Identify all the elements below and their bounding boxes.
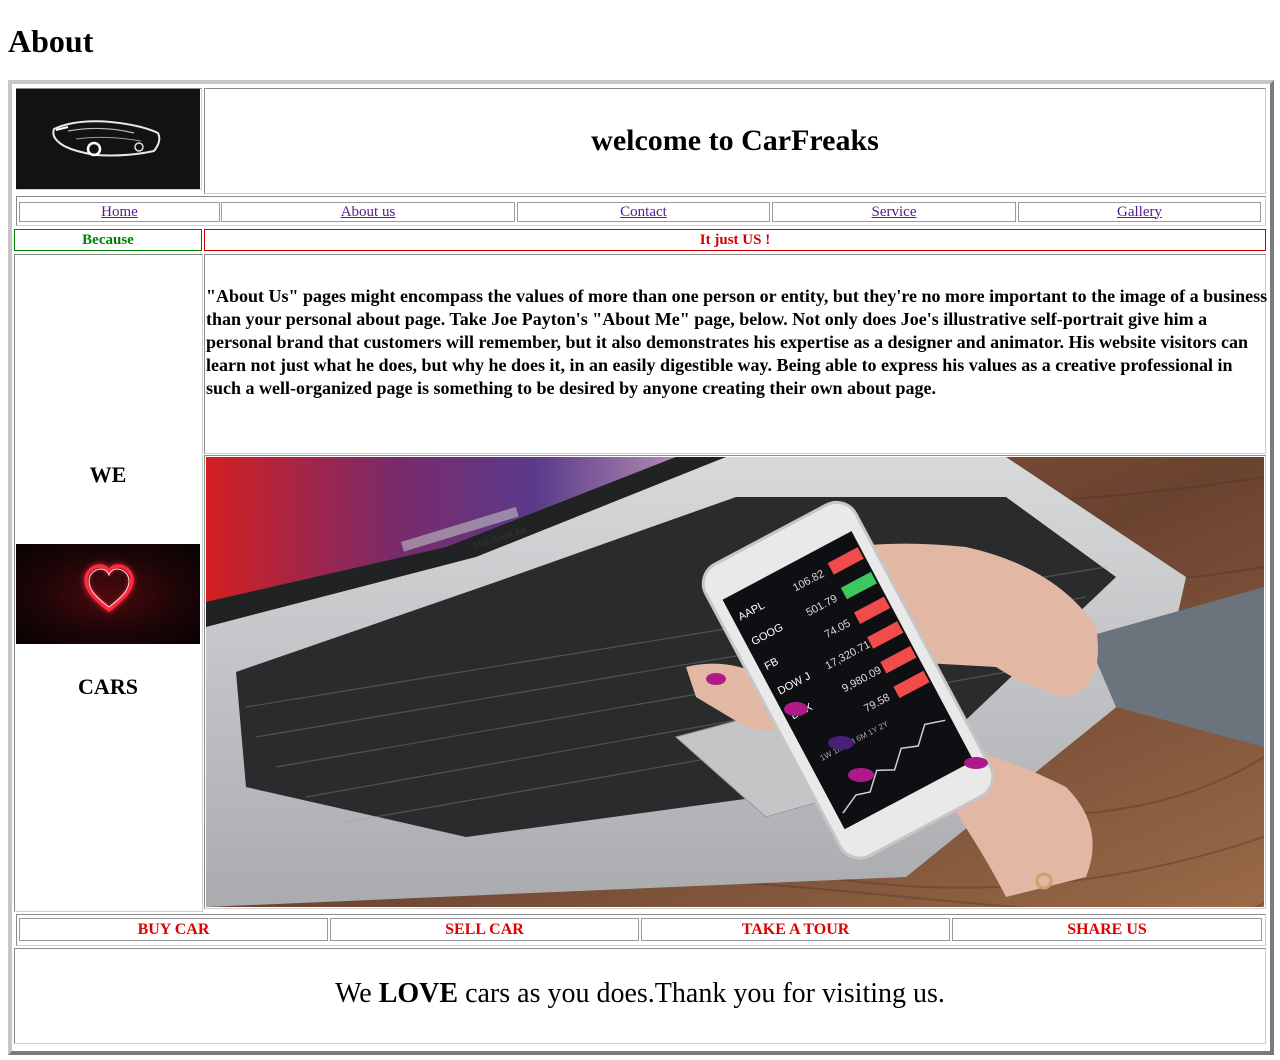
page-title: About — [8, 23, 94, 59]
sidebar-word-we: WE — [89, 462, 127, 487]
nav-link-gallery[interactable]: Gallery — [1117, 204, 1162, 221]
nav-item-home[interactable]: Home — [19, 202, 220, 222]
nav-link-service[interactable]: Service — [872, 204, 917, 221]
nav-item-about-us[interactable]: About us — [221, 202, 515, 222]
nav-link-about-us[interactable]: About us — [341, 204, 396, 221]
take-a-tour-button[interactable]: TAKE A TOUR — [641, 918, 950, 941]
neon-heart-icon — [16, 544, 200, 644]
car-logo-icon — [16, 89, 200, 189]
nav-link-contact[interactable]: Contact — [620, 204, 667, 221]
footer-text-bold: LOVE — [378, 978, 459, 1009]
about-paragraph: "About Us" pages might encompass the val… — [206, 286, 1268, 398]
welcome-heading: welcome to CarFreaks — [591, 124, 879, 157]
sell-car-button[interactable]: SELL CAR — [330, 918, 639, 941]
sidebar-word-cars: CARS — [78, 674, 138, 699]
welcome-cell: welcome to CarFreaks — [204, 88, 1266, 194]
share-us-button[interactable]: SHARE US — [952, 918, 1262, 941]
nav-item-service[interactable]: Service — [772, 202, 1016, 222]
nav-item-gallery[interactable]: Gallery — [1018, 202, 1261, 222]
footer-text-after: cars as you does.Thank you for visiting … — [458, 978, 945, 1009]
because-label: Because — [14, 229, 202, 251]
footer-message: We LOVE cars as you does.Thank you for v… — [14, 978, 1266, 1010]
footer-text-before: We — [335, 978, 379, 1009]
nav-link-home[interactable]: Home — [101, 204, 138, 221]
buy-car-button[interactable]: BUY CAR — [19, 918, 328, 941]
it-just-us-label: It just US ! — [204, 229, 1266, 251]
nav-item-contact[interactable]: Contact — [517, 202, 770, 222]
laptop-phone-photo: MacBook Air AAPL 106.82 GOOG 501.79 FB 74.0… — [206, 457, 1264, 907]
